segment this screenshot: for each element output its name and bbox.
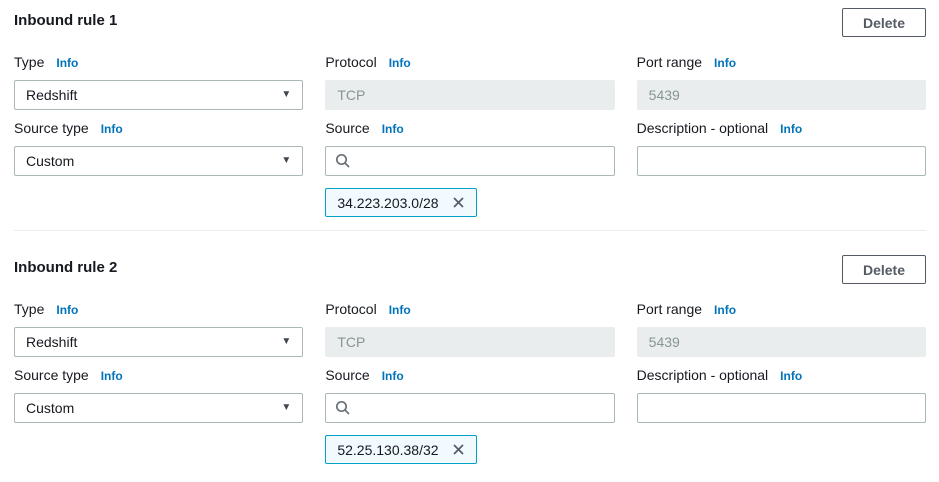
field-protocol: Protocol Info TCP [325, 300, 614, 357]
rule-header: Inbound rule 2 Delete [14, 255, 926, 284]
search-icon [335, 400, 351, 416]
type-select-value: Redshift [26, 87, 77, 103]
rule-fields: Type Info Redshift ▼ Protocol Info TCP [14, 53, 926, 217]
field-port-range: Port range Info 5439 [637, 300, 926, 357]
protocol-field: TCP [325, 327, 614, 357]
field-source: Source Info 52.25.130.38/32 [325, 366, 614, 464]
info-link[interactable]: Info [780, 367, 802, 385]
field-label-row: Protocol Info [325, 53, 614, 72]
port-range-label: Port range [637, 300, 702, 318]
type-select[interactable]: Redshift ▼ [14, 327, 303, 357]
source-type-select[interactable]: Custom ▼ [14, 146, 303, 176]
field-label-row: Protocol Info [325, 300, 614, 319]
protocol-value: TCP [337, 87, 365, 103]
inbound-rule-2-section: Inbound rule 2 Delete Type Info Redshift… [14, 255, 926, 464]
chevron-down-icon: ▼ [281, 403, 291, 413]
type-select-value: Redshift [26, 334, 77, 350]
info-link[interactable]: Info [389, 301, 411, 319]
source-type-label: Source type [14, 119, 89, 137]
delete-rule-button[interactable]: Delete [842, 8, 926, 37]
rule-fields: Type Info Redshift ▼ Protocol Info TCP [14, 300, 926, 464]
protocol-value: TCP [337, 334, 365, 350]
protocol-label: Protocol [325, 300, 376, 318]
delete-rule-button[interactable]: Delete [842, 255, 926, 284]
type-label: Type [14, 53, 44, 71]
source-search-box [325, 146, 614, 176]
info-link[interactable]: Info [56, 54, 78, 72]
source-cidr-token: 34.223.203.0/28 [325, 188, 476, 217]
description-input[interactable] [637, 146, 926, 176]
protocol-label: Protocol [325, 53, 376, 71]
field-source-type: Source type Info Custom ▼ [14, 119, 303, 176]
source-search-input[interactable] [358, 394, 609, 422]
source-label: Source [325, 119, 369, 137]
remove-source-button[interactable] [449, 440, 468, 459]
info-link[interactable]: Info [101, 120, 123, 138]
field-label-row: Description - optional Info [637, 119, 926, 138]
source-type-label: Source type [14, 366, 89, 384]
info-link[interactable]: Info [780, 120, 802, 138]
field-label-row: Port range Info [637, 300, 926, 319]
rule-title: Inbound rule 1 [14, 8, 117, 29]
info-link[interactable]: Info [714, 301, 736, 319]
field-label-row: Type Info [14, 53, 303, 72]
field-port-range: Port range Info 5439 [637, 53, 926, 110]
source-search-box [325, 393, 614, 423]
search-icon [335, 153, 351, 169]
rule-header: Inbound rule 1 Delete [14, 8, 926, 37]
protocol-field: TCP [325, 80, 614, 110]
info-link[interactable]: Info [714, 54, 736, 72]
field-protocol: Protocol Info TCP [325, 53, 614, 110]
field-source: Source Info 34.223.203.0/28 [325, 119, 614, 217]
close-icon [451, 195, 466, 210]
source-label: Source [325, 366, 369, 384]
field-label-row: Source Info [325, 119, 614, 138]
chevron-down-icon: ▼ [281, 90, 291, 100]
field-label-row: Type Info [14, 300, 303, 319]
port-range-value: 5439 [649, 87, 680, 103]
source-search-input[interactable] [358, 147, 609, 175]
inbound-rules-editor: Inbound rule 1 Delete Type Info Redshift… [0, 0, 939, 482]
field-description: Description - optional Info [637, 119, 926, 176]
info-link[interactable]: Info [382, 367, 404, 385]
field-type: Type Info Redshift ▼ [14, 53, 303, 110]
info-link[interactable]: Info [56, 301, 78, 319]
field-label-row: Port range Info [637, 53, 926, 72]
field-type: Type Info Redshift ▼ [14, 300, 303, 357]
close-icon [451, 442, 466, 457]
field-label-row: Source type Info [14, 119, 303, 138]
info-link[interactable]: Info [389, 54, 411, 72]
info-link[interactable]: Info [382, 120, 404, 138]
description-input[interactable] [637, 393, 926, 423]
field-description: Description - optional Info [637, 366, 926, 423]
inbound-rule-1-section: Inbound rule 1 Delete Type Info Redshift… [14, 8, 926, 217]
description-label: Description - optional [637, 119, 769, 137]
info-link[interactable]: Info [101, 367, 123, 385]
port-range-value: 5439 [649, 334, 680, 350]
source-cidr-token-label: 34.223.203.0/28 [337, 195, 438, 211]
field-source-type: Source type Info Custom ▼ [14, 366, 303, 423]
description-label: Description - optional [637, 366, 769, 384]
type-select[interactable]: Redshift ▼ [14, 80, 303, 110]
field-label-row: Source Info [325, 366, 614, 385]
section-divider [14, 230, 926, 231]
field-label-row: Source type Info [14, 366, 303, 385]
port-range-label: Port range [637, 53, 702, 71]
chevron-down-icon: ▼ [281, 337, 291, 347]
source-cidr-token-label: 52.25.130.38/32 [337, 442, 438, 458]
source-type-select-value: Custom [26, 153, 74, 169]
field-label-row: Description - optional Info [637, 366, 926, 385]
chevron-down-icon: ▼ [281, 156, 291, 166]
port-range-field: 5439 [637, 327, 926, 357]
source-type-select-value: Custom [26, 400, 74, 416]
remove-source-button[interactable] [449, 193, 468, 212]
port-range-field: 5439 [637, 80, 926, 110]
source-cidr-token: 52.25.130.38/32 [325, 435, 476, 464]
rule-title: Inbound rule 2 [14, 255, 117, 276]
source-type-select[interactable]: Custom ▼ [14, 393, 303, 423]
type-label: Type [14, 300, 44, 318]
